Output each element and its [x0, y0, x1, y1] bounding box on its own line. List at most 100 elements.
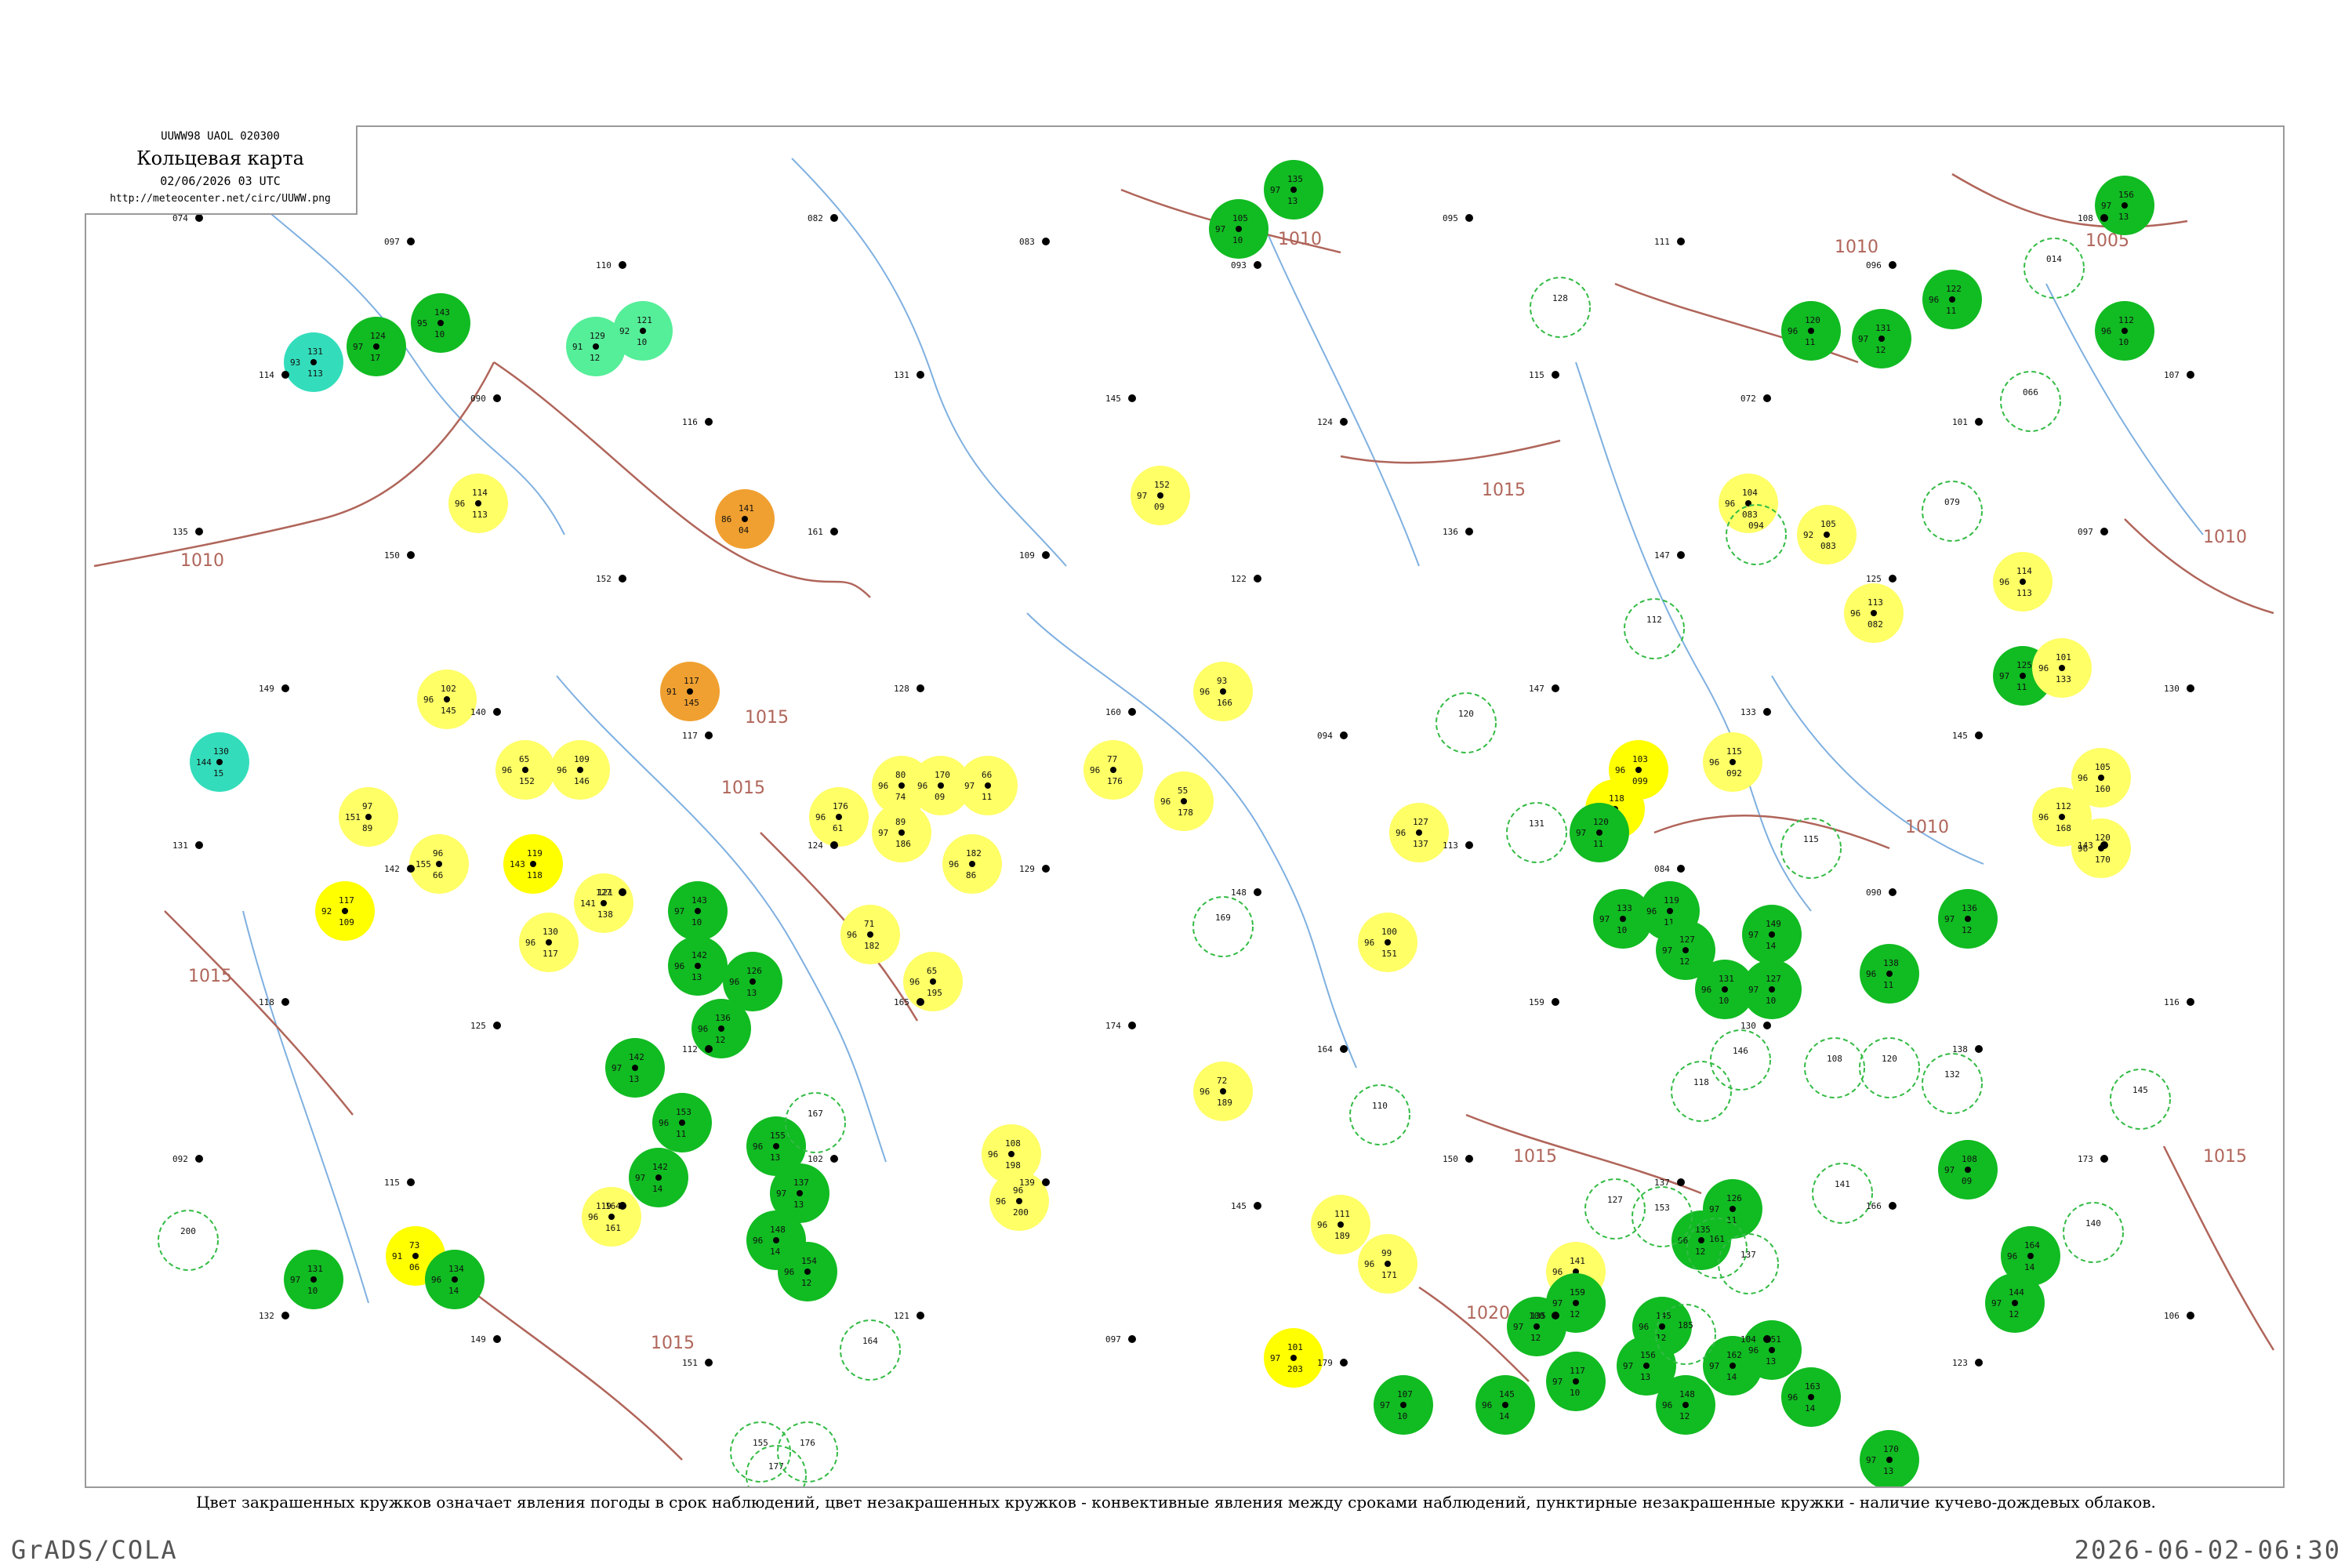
station-showers_light-41[interactable]: 152 97 09	[1131, 466, 1190, 525]
station-plot-65[interactable]: 145	[1231, 1201, 1261, 1211]
station-plot-19[interactable]: 107	[2164, 370, 2194, 380]
station-plot-78[interactable]: 123	[1952, 1358, 1983, 1368]
station-showers_light-25[interactable]: 16496161	[582, 1187, 641, 1247]
station-plot-25[interactable]: 122	[1231, 574, 1261, 584]
cb-ring-17[interactable]: 146	[1710, 1029, 1771, 1091]
station-rain-94[interactable]: 122 96 11	[1922, 270, 1982, 329]
station-plot-73[interactable]: 121	[894, 1311, 924, 1321]
station-plot-44[interactable]: 129	[1019, 864, 1050, 874]
station-plot-59[interactable]: 116	[2164, 997, 2194, 1007]
cb-ring-8[interactable]: 164	[840, 1319, 901, 1381]
cb-ring-2[interactable]: 120	[1436, 692, 1497, 753]
station-showers_light-61[interactable]: 113 96 082	[1844, 583, 1904, 643]
station-plot-70[interactable]: 132	[259, 1311, 289, 1321]
station-showers_light-9[interactable]: 109 96 146	[550, 740, 610, 800]
station-showers_light-44[interactable]: 93 96 166	[1193, 662, 1253, 721]
station-rain-28[interactable]: 134 96 14	[425, 1250, 485, 1309]
station-plot-14[interactable]: 145	[1105, 394, 1136, 404]
station-haze-6[interactable]: 141 86 04	[715, 489, 775, 549]
station-showers_light-7[interactable]: 102 96 145	[417, 670, 477, 729]
station-cyan-11[interactable]: 13014415	[190, 732, 249, 792]
station-plot-47[interactable]: 084	[1654, 864, 1685, 874]
station-showers_light-51[interactable]: 100 96 151	[1358, 913, 1417, 972]
cb-ring-18[interactable]: 141	[1812, 1163, 1873, 1224]
station-showers_light-39[interactable]: 71 96 182	[840, 905, 900, 964]
station-plot-71[interactable]: 149	[470, 1334, 501, 1345]
station-showers_light-35[interactable]: 66 97 11	[958, 756, 1018, 815]
station-cyan-2[interactable]: 131 93 113	[284, 332, 343, 392]
station-showers-14[interactable]: 119143118	[503, 834, 563, 894]
station-plot-50[interactable]: 118	[259, 997, 289, 1007]
station-showers_light-77[interactable]: 101 96 133	[2032, 638, 2092, 698]
station-rain-0[interactable]: 124 97 17	[347, 317, 406, 376]
station-showers_light-40[interactable]: 65 96 195	[903, 952, 963, 1011]
station-plot-3[interactable]: 082	[808, 213, 838, 223]
station-plot-12[interactable]: 116	[682, 417, 713, 427]
station-plot-38[interactable]: 145	[1952, 731, 1983, 741]
station-rain-74[interactable]: 136 97 12	[1938, 889, 1998, 949]
station-rain-88[interactable]: 163 96 14	[1781, 1367, 1841, 1427]
station-plot-58[interactable]: 138	[1952, 1044, 1983, 1054]
station-rain-71[interactable]: 149 97 14	[1742, 905, 1802, 964]
station-rain-73[interactable]: 138 96 11	[1860, 944, 1919, 1004]
map-url[interactable]: http://meteocenter.net/circ/UUWW.png	[85, 193, 356, 205]
station-showers_light-36[interactable]: 176 96 61	[809, 787, 869, 847]
station-showers_light-12[interactable]: 9715189	[339, 787, 398, 847]
station-plot-41[interactable]: 142	[384, 864, 415, 874]
station-showers_light-16[interactable]: 121141138	[574, 873, 633, 933]
station-showers_light-13[interactable]: 9615566	[409, 834, 469, 894]
station-plot-29[interactable]: 097	[2078, 527, 2108, 537]
station-rain-56[interactable]: 145 96 14	[1475, 1375, 1535, 1435]
station-plot-51[interactable]: 125	[470, 1021, 501, 1031]
station-plot-21[interactable]: 150	[384, 550, 415, 561]
station-rain-72[interactable]: 127 97 10	[1742, 960, 1802, 1019]
station-plot-31[interactable]: 140	[470, 707, 501, 717]
station-showers_light-37[interactable]: 89 97 186	[872, 803, 931, 862]
station-showers_light-52[interactable]: 111 96 189	[1311, 1195, 1370, 1254]
cb-ring-1[interactable]: 112	[1624, 598, 1685, 659]
cb-ring-3[interactable]: 131	[1506, 802, 1567, 863]
cb-ring-0[interactable]: 128	[1530, 277, 1591, 338]
station-rain-27[interactable]: 131 97 10	[284, 1250, 343, 1309]
station-plot-11[interactable]: 090	[470, 394, 501, 404]
station-plot-15[interactable]: 124	[1317, 417, 1348, 427]
station-plot-5[interactable]: 093	[1231, 260, 1261, 270]
station-plot-18[interactable]: 101	[1952, 417, 1983, 427]
station-showers_light-53[interactable]: 99 96 171	[1358, 1234, 1417, 1294]
station-plot-61[interactable]: 115	[384, 1178, 415, 1188]
cb-ring-11[interactable]: 108	[1804, 1037, 1865, 1098]
station-plot-79[interactable]: 106	[2164, 1311, 2194, 1321]
station-rain-58[interactable]: 117 97 10	[1546, 1352, 1606, 1411]
station-plot-32[interactable]: 117	[682, 731, 713, 741]
station-plot-40[interactable]: 131	[172, 840, 203, 851]
station-plot-23[interactable]: 161	[808, 527, 838, 537]
station-plot-46[interactable]: 113	[1443, 840, 1473, 851]
station-showers-65[interactable]: 103 96 099	[1609, 740, 1668, 800]
station-plot-27[interactable]: 147	[1654, 550, 1685, 561]
station-rain-87[interactable]: 159 97 12	[1546, 1273, 1606, 1333]
station-plot-55[interactable]: 164	[1317, 1044, 1348, 1054]
cb-ring-12[interactable]: 120	[1859, 1037, 1920, 1098]
station-showers_light-62[interactable]: 115 96 092	[1703, 732, 1762, 792]
station-showers_light-43[interactable]: 55 96 178	[1154, 771, 1214, 831]
station-rain-19[interactable]: 142 96 13	[668, 936, 728, 996]
station-plot-66[interactable]: 150	[1443, 1154, 1473, 1164]
station-rain-84[interactable]: 148 96 12	[1656, 1375, 1715, 1435]
station-showers_light-5[interactable]: 114 96 113	[448, 474, 508, 533]
station-rain-49[interactable]: 105 97 10	[1209, 199, 1269, 259]
station-plot-20[interactable]: 135	[172, 527, 203, 537]
cb-ring-13[interactable]: 132	[1922, 1053, 1983, 1114]
station-plot-64[interactable]: 139	[1019, 1178, 1050, 1188]
station-plot-57[interactable]: 130	[1740, 1021, 1771, 1031]
station-plot-35[interactable]: 094	[1317, 731, 1348, 741]
station-plot-10[interactable]: 114	[259, 370, 289, 380]
station-plot-17[interactable]: 072	[1740, 394, 1771, 404]
station-rain-24[interactable]: 142 97 14	[629, 1148, 688, 1207]
cb-ring-19[interactable]: 110	[1349, 1084, 1410, 1145]
cb-ring-26[interactable]: 176	[777, 1421, 838, 1483]
station-plot-37[interactable]: 133	[1740, 707, 1771, 717]
cb-ring-15[interactable]: 140	[2063, 1202, 2124, 1263]
station-rain-32[interactable]: 154 96 12	[778, 1242, 837, 1301]
station-plot-48[interactable]: 090	[1866, 887, 1896, 898]
station-plot-22[interactable]: 152	[596, 574, 626, 584]
